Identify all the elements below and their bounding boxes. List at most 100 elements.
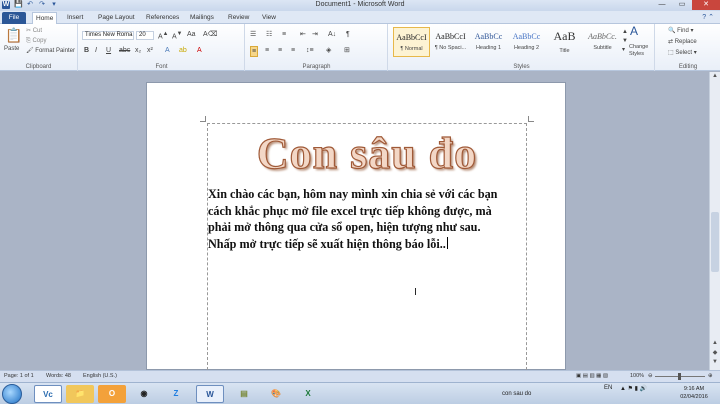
align-right-button[interactable]: ≡ [278, 46, 282, 55]
cut-button[interactable]: ✂ Cut [26, 27, 42, 36]
highlight-icon[interactable]: ab [179, 46, 187, 55]
style-heading-1-name: Heading 1 [475, 45, 502, 51]
zoom-in-icon[interactable]: ⊕ [708, 373, 713, 379]
document-body[interactable]: Xin chào các bạn, hôm nay mình xin chia … [208, 186, 530, 252]
app-vc-icon[interactable]: Vc [34, 385, 62, 403]
tab-page-layout[interactable]: Page Layout [95, 12, 138, 24]
word-taskbar-icon[interactable]: W [196, 385, 224, 403]
justify-button[interactable]: ≡ [291, 46, 295, 55]
clear-format-icon[interactable]: A⌫ [203, 30, 218, 39]
crop-mark [528, 116, 534, 122]
underline-button[interactable]: U [106, 46, 111, 55]
paragraph-label: Paragraph [302, 64, 331, 70]
tab-home[interactable]: Home [32, 12, 58, 24]
minimize-button[interactable]: — [652, 0, 672, 10]
sort-icon[interactable]: A↓ [328, 30, 336, 39]
view-buttons-icon[interactable]: ▣ ▤ ▥ ▦ ▧ [576, 373, 608, 379]
help-icon[interactable]: ? ⌃ [702, 13, 714, 21]
styles-scroll-icon[interactable]: ▲ ▼ ▾ [622, 28, 628, 55]
styles-label: Styles [513, 64, 530, 70]
tab-mailings[interactable]: Mailings [187, 12, 217, 24]
italic-button[interactable]: I [95, 46, 97, 55]
file-explorer-icon[interactable]: 📁 [66, 385, 94, 403]
paste-button[interactable]: Paste [4, 45, 19, 54]
strikethrough-button[interactable]: abc [119, 46, 130, 55]
shrink-font-icon[interactable]: A▼ [172, 30, 182, 41]
select-button[interactable]: ⬚ Select ▾ [668, 49, 697, 58]
grow-font-icon[interactable]: A▲ [158, 30, 168, 41]
language-indicator[interactable]: English (U.S.) [83, 373, 117, 379]
wordart-title[interactable]: Con sâu đo [208, 128, 526, 179]
style-no-spacing[interactable]: AaBbCcI ¶ No Spaci... [432, 27, 469, 57]
app-generic-icon[interactable]: ▤ [230, 385, 258, 403]
decrease-indent-icon[interactable]: ⇤ [300, 30, 306, 39]
tab-view[interactable]: View [259, 12, 279, 24]
increase-indent-icon[interactable]: ⇥ [312, 30, 318, 39]
scroll-up-arrow-icon[interactable]: ▲ [710, 73, 720, 82]
style-normal[interactable]: AaBbCcI ¶ Normal [393, 27, 430, 57]
style-heading-1-sample: AaBbCc [474, 32, 503, 41]
scroll-down-icon[interactable]: ▼ [710, 359, 720, 368]
replace-button[interactable]: ⇄ Replace [668, 38, 697, 47]
change-styles-icon[interactable]: A [630, 25, 638, 37]
outlook-icon[interactable]: O [98, 385, 126, 403]
style-heading-2[interactable]: AaBbCc Heading 2 [508, 27, 545, 57]
ibeam-cursor-icon: I [414, 287, 417, 298]
numbering-icon[interactable]: ☷ [266, 30, 272, 39]
excel-icon[interactable]: X [294, 385, 322, 403]
maximize-button[interactable]: ▭ [672, 0, 692, 10]
cut-label: Cut [32, 28, 43, 34]
tab-references[interactable]: References [143, 12, 182, 24]
taskbar-active-window[interactable]: con sau do [492, 385, 574, 403]
font-size-select[interactable]: 20 [136, 31, 154, 40]
superscript-button[interactable]: x² [147, 46, 153, 55]
line-spacing-icon[interactable]: ↕≡ [306, 46, 314, 55]
bold-button[interactable]: B [84, 46, 89, 55]
prev-page-icon[interactable]: ◆ [710, 349, 720, 358]
language-tray[interactable]: EN [604, 385, 612, 391]
scroll-thumb[interactable] [711, 212, 719, 272]
document-page[interactable]: Con sâu đo Xin chào các bạn, hôm nay mìn… [146, 82, 566, 370]
tab-review[interactable]: Review [225, 12, 252, 24]
zalo-icon[interactable]: Z [162, 385, 190, 403]
align-center-button[interactable]: ≡ [265, 46, 269, 55]
paint-icon[interactable]: 🎨 [262, 385, 290, 403]
font-name-select[interactable]: Times New Roma [82, 31, 134, 40]
shading-icon[interactable]: ◈ [326, 46, 331, 55]
page-count[interactable]: Page: 1 of 1 [4, 373, 34, 379]
tray-icons[interactable]: ▲ ⚑ ▮ 🔊 [620, 385, 647, 392]
copy-button[interactable]: ⎘ Copy [26, 37, 46, 46]
style-title[interactable]: AaB Title [546, 27, 583, 57]
style-heading-1[interactable]: AaBbCc Heading 1 [470, 27, 507, 57]
align-left-button[interactable]: ≡ [250, 46, 259, 57]
zoom-level[interactable]: 100% [630, 373, 644, 379]
bullets-icon[interactable]: ☰ [250, 30, 256, 39]
text-area[interactable]: Con sâu đo Xin chào các bạn, hôm nay mìn… [207, 123, 527, 370]
show-marks-icon[interactable]: ¶ [346, 30, 350, 39]
status-bar: Page: 1 of 1 Words: 48 English (U.S.) ▣ … [0, 370, 720, 382]
change-case-icon[interactable]: Aa [187, 30, 196, 39]
system-clock[interactable]: 9:16 AM 02/04/2016 [672, 385, 716, 401]
zoom-slider-thumb[interactable] [678, 373, 681, 380]
subscript-button[interactable]: x₂ [135, 46, 141, 55]
style-subtitle[interactable]: AaBbCc. Subtitle [584, 27, 621, 57]
tab-file[interactable]: File [2, 12, 26, 24]
find-button[interactable]: 🔍 Find ▾ [668, 27, 694, 36]
close-button[interactable]: ✕ [692, 0, 720, 10]
start-button[interactable] [2, 384, 22, 404]
scroll-down-arrow-icon[interactable]: ▲ [710, 340, 720, 349]
word-count[interactable]: Words: 48 [46, 373, 71, 379]
font-color-icon[interactable]: A [197, 46, 202, 55]
multilevel-list-icon[interactable]: ≡ [282, 30, 286, 39]
format-painter-button[interactable]: 🖌 Format Painter [26, 47, 75, 56]
chrome-icon[interactable]: ◉ [130, 385, 158, 403]
borders-icon[interactable]: ⊞ [344, 46, 350, 55]
text-line-content: Nhấp mở trực tiếp sẽ xuất hiện thông báo… [208, 236, 446, 251]
zoom-out-icon[interactable]: ⊖ [648, 373, 653, 379]
tab-insert[interactable]: Insert [64, 12, 86, 24]
editing-group: 🔍 Find ▾ ⇄ Replace ⬚ Select ▾ Editing [656, 24, 720, 71]
paste-icon[interactable]: 📋 [5, 27, 22, 43]
vertical-scrollbar[interactable]: ▲ ▲ ◆ ▼ [709, 72, 720, 370]
change-styles-button[interactable]: Change Styles [629, 44, 655, 58]
text-effects-icon[interactable]: A [165, 46, 170, 55]
